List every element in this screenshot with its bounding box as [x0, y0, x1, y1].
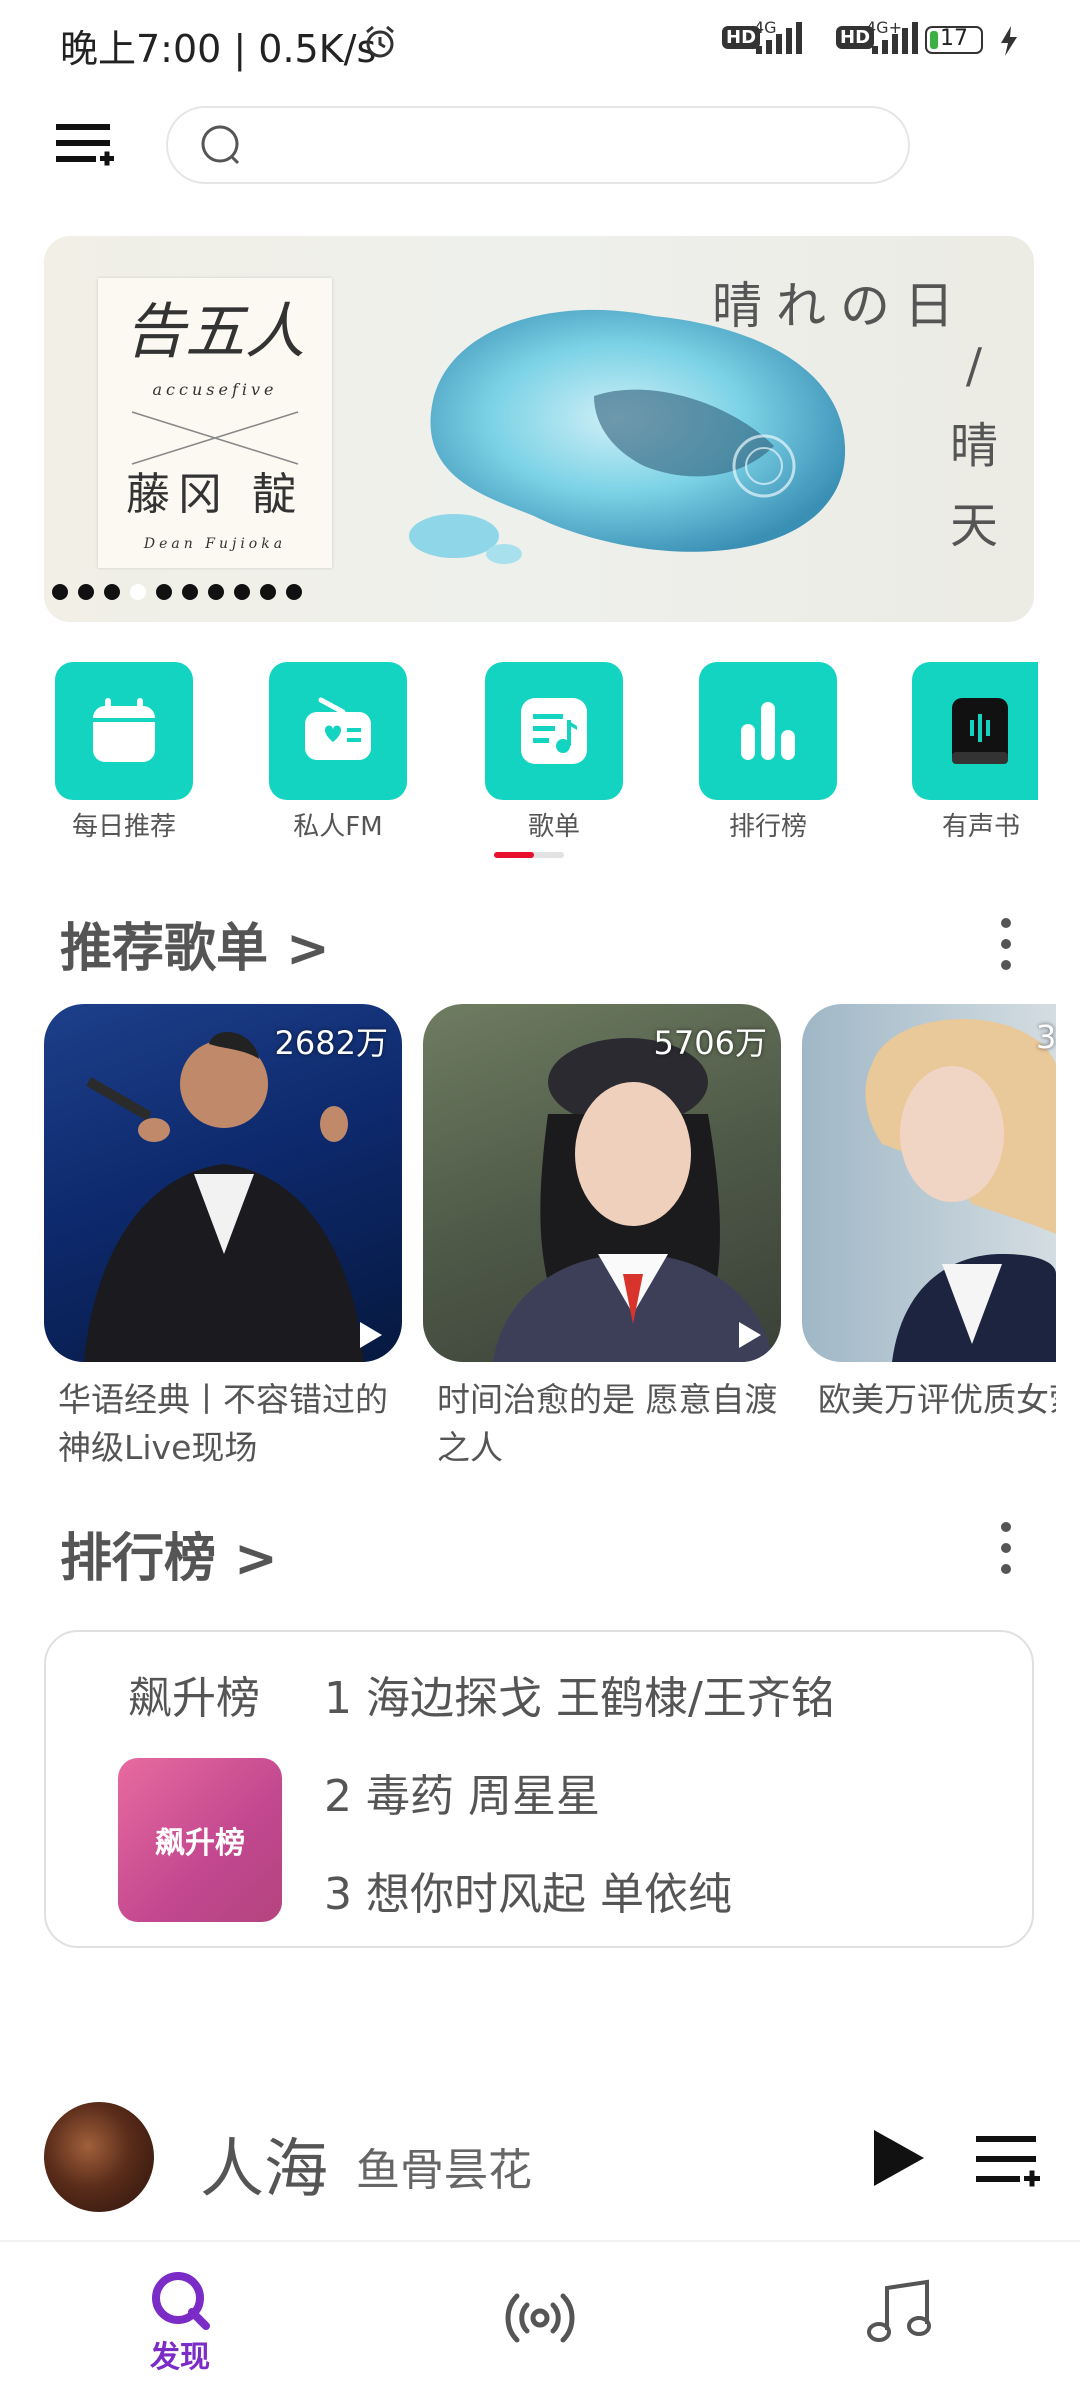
now-playing-title[interactable]: 人海 [200, 2118, 328, 2210]
ranking-more-icon[interactable] [999, 1522, 1013, 1574]
playlist-button[interactable] [485, 662, 623, 800]
banner-dot[interactable] [182, 584, 198, 600]
singer-portrait [865, 1019, 1056, 1362]
playlist-play-count: 2682万 [274, 1024, 388, 1062]
banner-dot[interactable] [260, 584, 276, 600]
banner-dot[interactable] [208, 584, 224, 600]
charts-button[interactable] [699, 662, 837, 800]
playlist-cover: 5706万 [423, 1004, 781, 1362]
quick-entry-fm[interactable]: 私人FM [268, 662, 408, 843]
quick-entry-audiobook[interactable]: 有声书 [912, 662, 1052, 843]
quick-entry-label: 排行榜 [728, 812, 807, 842]
playlist-title: 华语经典丨不容错过的神级Live现场 [58, 1380, 388, 1467]
banner-dot[interactable] [234, 584, 250, 600]
battery-icon: 17 [925, 26, 983, 54]
battery-percent: 17 [940, 26, 968, 51]
quick-entry-label: 有声书 [941, 812, 1020, 842]
playlist-icon [521, 698, 587, 764]
quick-entry-scroll-indicator [494, 852, 564, 858]
playlist-card[interactable]: 2682万 华语经典丨不容错过的神级Live现场 [44, 1004, 404, 1472]
play-icon[interactable] [739, 1322, 761, 1348]
banner-subtitle-char-1: / [965, 338, 983, 394]
quick-entry-daily[interactable]: 每日推荐 [54, 662, 194, 843]
private-fm-button[interactable] [269, 662, 407, 800]
search-icon [201, 125, 240, 165]
playlist-cover: 3 [802, 1004, 1056, 1362]
nav-discover[interactable]: 发现 [80, 2268, 280, 2376]
banner-dot[interactable] [130, 584, 146, 600]
album-line-text: accusefive [152, 380, 278, 399]
banner-dot[interactable] [78, 584, 94, 600]
broadcast-icon [505, 2293, 575, 2343]
bottom-nav: 发现 [0, 2240, 1080, 2402]
banner-page-indicator [52, 584, 302, 600]
discover-icon [152, 2272, 210, 2330]
banner-dot[interactable] [104, 584, 120, 600]
playlist-title: 时间治愈的是 愿意自渡之人 [437, 1380, 778, 1467]
music-note-icon [867, 2279, 931, 2342]
alarm-icon [366, 25, 394, 58]
nav-music[interactable] [800, 2278, 1000, 2348]
quick-entry-playlist[interactable]: 歌单 [484, 662, 624, 843]
playlist-card[interactable]: 3 欧美万评优质女萦绕耳畔忆于心 [802, 1004, 1056, 1424]
search-input[interactable] [166, 106, 910, 184]
nav-radio[interactable] [440, 2288, 640, 2348]
playlist-queue-icon[interactable] [976, 2136, 1040, 2188]
ranking-item[interactable]: 2 毒药 周星星 [324, 1760, 600, 1824]
menu-icon[interactable] [56, 122, 116, 170]
banner-dot[interactable] [156, 584, 172, 600]
now-playing-album-art[interactable] [44, 2102, 154, 2212]
album-cover: 告五人 accusefive 藤冈 靛 Dean Fujioka [98, 278, 332, 568]
ranking-cover-text: 飙升榜 [155, 1826, 245, 1861]
radio-icon [305, 697, 371, 760]
quick-entry-row: 每日推荐 私人FM 歌单 排行榜 有声书 [0, 662, 1080, 842]
ranking-name: 飙升榜 [128, 1673, 260, 1724]
signal-icon-1 [756, 22, 802, 54]
playlist-title: 欧美万评优质女萦绕耳畔忆于心 [818, 1380, 1056, 1419]
ranking-item[interactable]: 3 想你时风起 单依纯 [324, 1858, 732, 1922]
album-artist: Dean Fujioka [143, 536, 287, 552]
audiobook-button[interactable] [912, 662, 1038, 800]
banner-dot[interactable] [52, 584, 68, 600]
chart-bars-icon [741, 702, 795, 760]
signal-icon-2 [872, 22, 918, 54]
playlist-play-count: 3 [1036, 1018, 1056, 1056]
playlist-play-count: 5706万 [653, 1024, 767, 1062]
status-bar: 晚上7:00 | 0.5K/s HD 4G HD 4G+ 17 [0, 0, 1080, 80]
playlist-cover: 2682万 [44, 1004, 402, 1362]
ranking-section-title[interactable]: 排行榜 > [60, 1516, 278, 1591]
quick-entry-charts[interactable]: 排行榜 [698, 662, 838, 843]
ranking-cover: 飙升榜 [118, 1758, 282, 1922]
status-time: 晚上7:00 | 0.5K/s [60, 27, 377, 71]
quick-entry-label: 私人FM [293, 812, 383, 842]
banner-song-subtitle: / 晴 天 [924, 326, 1024, 566]
play-icon[interactable] [360, 1322, 382, 1348]
nav-discover-label: 发现 [150, 2340, 210, 2375]
recommend-section-title[interactable]: 推荐歌单 > [60, 906, 330, 981]
scroll-indicator-thumb [494, 852, 534, 858]
playlist-card[interactable]: 5706万 时间治愈的是 愿意自渡之人 [423, 1004, 783, 1472]
audiobook-icon [952, 698, 1008, 764]
quick-entry-label: 每日推荐 [71, 812, 176, 842]
album-title: 藤冈 靛 [126, 469, 304, 520]
ranking-card[interactable]: 飙升榜 飙升榜 1 海边探戈 王鹤棣/王齐铭 2 毒药 周星星 3 想你时风起 … [44, 1630, 1034, 1948]
banner-carousel[interactable]: 告五人 accusefive 藤冈 靛 Dean Fujioka 晴れの日 / … [44, 236, 1034, 622]
recommend-more-icon[interactable] [999, 918, 1013, 970]
play-icon[interactable] [872, 2128, 926, 2188]
banner-dot[interactable] [286, 584, 302, 600]
calendar-icon [93, 698, 155, 762]
banner-subtitle-char-2: 晴 [949, 418, 998, 474]
album-script-text: 告五人 [125, 297, 305, 367]
charging-icon [1001, 26, 1017, 56]
now-playing-artist[interactable]: 鱼骨昙花 [356, 2134, 532, 2198]
banner-subtitle-char-3: 天 [949, 498, 998, 554]
daily-recommend-button[interactable] [55, 662, 193, 800]
quick-entry-label: 歌单 [527, 812, 580, 842]
ranking-item[interactable]: 1 海边探戈 王鹤棣/王齐铭 [324, 1662, 835, 1726]
